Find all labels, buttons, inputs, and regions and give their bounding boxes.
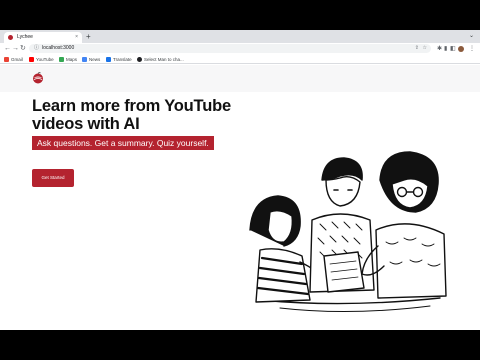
maps-icon xyxy=(59,57,64,62)
lychee-favicon-icon xyxy=(8,35,13,40)
hero-title: Learn more from YouTube videos with AI xyxy=(32,97,231,133)
tab-title: Lychee xyxy=(17,34,33,40)
bookmark-translate[interactable]: Translate xyxy=(106,56,132,63)
get-started-button[interactable]: Get Started xyxy=(32,169,74,187)
address-url[interactable]: localhost:3000 xyxy=(42,44,74,53)
site-info-icon[interactable]: ⓘ xyxy=(34,44,39,53)
github-icon xyxy=(137,57,142,62)
close-tab-icon[interactable]: × xyxy=(75,33,78,41)
share-icon[interactable]: ⇪ xyxy=(415,44,419,53)
bookmark-label: Maps xyxy=(66,57,78,62)
bookmark-label: Gmail xyxy=(11,57,23,62)
extensions-icon[interactable]: ✱ xyxy=(437,44,442,54)
app-header xyxy=(0,65,480,92)
browser-toolbar: ← → ↻ ⓘ localhost:3000 ⇪ ☆ ✱ ▮ ◧ ⋮ xyxy=(0,43,480,55)
bookmark-label: News xyxy=(89,57,101,62)
profile-avatar[interactable] xyxy=(458,46,464,52)
pinned-extension-icon[interactable]: ▮ xyxy=(444,44,447,54)
browser-menu-icon[interactable]: ⋮ xyxy=(469,44,475,54)
gmail-icon xyxy=(4,57,9,62)
bookmark-gmail[interactable]: Gmail xyxy=(4,56,23,63)
reload-button[interactable]: ↻ xyxy=(20,44,26,54)
browser-window: Lychee × + ⌄ ← → ↻ ⓘ localhost:3000 ⇪ ☆ … xyxy=(0,30,480,330)
tab-lychee[interactable]: Lychee × xyxy=(4,32,82,43)
forward-button[interactable]: → xyxy=(12,44,19,54)
bookmark-label: YouTube xyxy=(36,57,54,62)
bookmark-star-icon[interactable]: ☆ xyxy=(423,44,427,53)
translate-icon xyxy=(106,57,111,62)
bookmark-youtube[interactable]: YouTube xyxy=(29,56,54,63)
youtube-icon xyxy=(29,57,34,62)
tab-search-icon[interactable]: ⌄ xyxy=(469,32,474,39)
back-button[interactable]: ← xyxy=(4,44,11,54)
bookmark-label: Translate xyxy=(113,57,132,62)
bookmark-maps[interactable]: Maps xyxy=(59,56,77,63)
bookmarks-bar: Gmail YouTube Maps News Translate Select… xyxy=(0,55,480,64)
news-icon xyxy=(82,57,87,62)
bookmark-news[interactable]: News xyxy=(82,56,100,63)
bookmark-select-man[interactable]: Select Man to cha... xyxy=(137,56,184,63)
address-bar[interactable]: ⓘ localhost:3000 ⇪ ☆ xyxy=(29,44,431,53)
people-collaborating-illustration xyxy=(249,151,447,313)
bookmark-label: Select Man to cha... xyxy=(144,57,184,62)
side-panel-icon[interactable]: ◧ xyxy=(450,44,456,54)
new-tab-button[interactable]: + xyxy=(86,32,91,41)
hero-tagline: Ask questions. Get a summary. Quiz yours… xyxy=(32,136,214,150)
lychee-logo-icon[interactable] xyxy=(32,72,44,84)
tab-strip: Lychee × + ⌄ xyxy=(0,30,480,43)
